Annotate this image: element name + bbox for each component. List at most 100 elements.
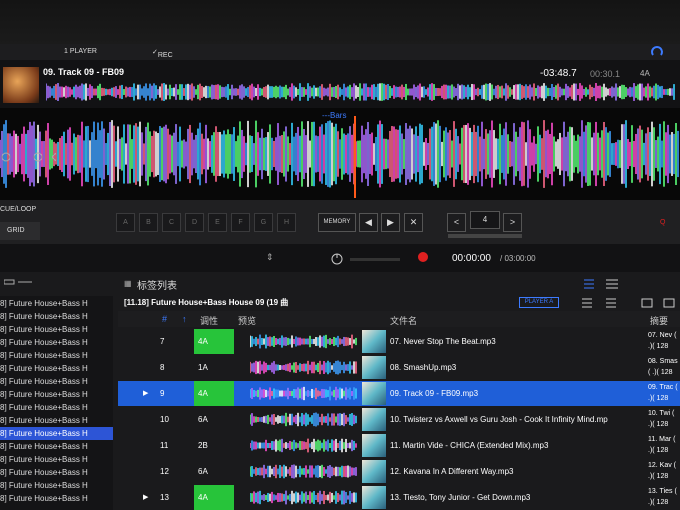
playlist-sidebar: 8] Future House+Bass H 8] Future House+B… [0, 296, 113, 510]
memory-next-button[interactable]: ▶ [381, 213, 400, 232]
beat-value[interactable]: 4 [470, 211, 500, 229]
rec-time: 00:00:00 [452, 253, 491, 264]
track-summary: 07. Nev ( .)( 128 [648, 332, 677, 350]
beat-slider[interactable] [448, 234, 522, 238]
overview-waveform[interactable] [46, 81, 676, 103]
grid-tab[interactable]: GRID [0, 222, 40, 240]
memory-delete-button[interactable]: ✕ [404, 213, 423, 232]
hot-cue-e[interactable]: E [208, 213, 227, 232]
hot-cue-a[interactable]: A [116, 213, 135, 232]
sidebar-item[interactable]: 8] Future House+Bass H [0, 310, 113, 323]
track-filename: 09. Track 09 - FB09.mp3 [390, 389, 479, 398]
track-key: 4A [640, 69, 650, 78]
play-icon[interactable]: ▶ [143, 493, 148, 501]
track-number: 12 [160, 467, 169, 476]
track-summary: 12. Kav ( .)( 128 [648, 462, 677, 480]
sidebar-item[interactable]: 8] Future House+Bass H [0, 297, 113, 310]
hot-cue-h[interactable]: H [277, 213, 296, 232]
player-select[interactable]: PLAYER A [519, 297, 559, 308]
main-waveform[interactable] [0, 108, 680, 200]
sort-arrow-icon[interactable]: ↑ [182, 314, 187, 324]
table-row[interactable]: 8 1A 08. SmashUp.mp3 08. Smas ( .)( 128 [118, 355, 680, 380]
table-row[interactable]: ▶ 13 4A 13. Tiesto, Tony Junior - Get Down.… [118, 485, 680, 510]
table-row[interactable]: 7 4A 07. Never Stop The Beat.mp3 07. Nev ( … [118, 329, 680, 354]
playhead [354, 116, 356, 198]
record-button[interactable] [418, 252, 428, 262]
beat-right-button[interactable]: > [503, 213, 522, 232]
settings-icon[interactable] [650, 45, 664, 59]
sidebar-item[interactable]: 8] Future House+Bass H [0, 453, 113, 466]
track-thumbnail [362, 356, 386, 379]
waveform-svg [0, 120, 679, 188]
list-view-icons[interactable] [582, 298, 678, 308]
track-filename: 13. Tiesto, Tony Junior - Get Down.mp3 [390, 493, 531, 502]
track-filename: 10. Twisterz vs Axwell vs Guru Josh - Co… [390, 415, 608, 424]
track-summary: 10. Twi ( .)( 128 [648, 410, 675, 428]
sidebar-item[interactable]: 8] Future House+Bass H [0, 466, 113, 479]
view-toggle-icon[interactable] [584, 279, 624, 289]
sidebar-item[interactable]: 8] Future House+Bass H [0, 401, 113, 414]
expand-icon[interactable]: ▦ [124, 279, 132, 288]
track-preview-waveform [250, 438, 357, 453]
volume-knob-icon[interactable] [330, 252, 344, 266]
memory-prev-button[interactable]: ◀ [359, 213, 378, 232]
sidebar-item[interactable]: 8] Future House+Bass H [0, 440, 113, 453]
sidebar-item[interactable]: 8] Future House+Bass H [0, 375, 113, 388]
sidebar-item[interactable]: 8] Future House+Bass H [0, 362, 113, 375]
sidebar-item[interactable]: 8] Future House+Bass H [0, 479, 113, 492]
column-key[interactable]: 调性 [200, 314, 218, 327]
track-number: 9 [160, 389, 165, 398]
play-icon[interactable]: ▶ [143, 389, 148, 397]
hot-cue-c[interactable]: C [162, 213, 181, 232]
track-preview-waveform [250, 360, 357, 375]
sidebar-item[interactable]: 8] Future House+Bass H [0, 336, 113, 349]
track-list-header: # ↑ 调性 预览 文件名 摘要 [118, 311, 680, 327]
track-summary: 08. Smas ( .)( 128 [648, 358, 678, 376]
cue-loop-tab[interactable]: CUE/LOOP [0, 206, 36, 213]
track-key-cell: 2B [198, 441, 208, 450]
track-number: 7 [160, 337, 165, 346]
sidebar-item[interactable]: 8] Future House+Bass H [0, 323, 113, 336]
beat-left-button[interactable]: < [447, 213, 466, 232]
hot-cue-f[interactable]: F [231, 213, 250, 232]
rec-mode-button[interactable]: ✓ REC [152, 48, 173, 59]
player-mode-button[interactable]: 1 PLAYER [64, 48, 97, 55]
zoom-controls[interactable] [0, 150, 64, 164]
sidebar-item[interactable]: 8] Future House+Bass H [0, 414, 113, 427]
table-row-selected[interactable]: ▶ 9 4A 09. Track 09 - FB09.mp3 09. Trac ( .)… [118, 381, 680, 406]
track-summary: 11. Mar ( .)( 128 [648, 436, 676, 454]
tag-list-title: 标签列表 [137, 281, 177, 292]
volume-slider[interactable] [350, 258, 400, 261]
track-thumbnail [362, 434, 386, 457]
collapse-icon[interactable]: ⇕ [266, 252, 274, 263]
track-filename: 07. Never Stop The Beat.mp3 [390, 337, 496, 346]
memory-button[interactable]: MEMORY [318, 213, 356, 232]
remaining-time: -03:48.7 [540, 68, 577, 79]
sidebar-item[interactable]: 8] Future House+Bass H [0, 388, 113, 401]
track-key-cell: 4A [194, 329, 234, 354]
track-preview-waveform [250, 386, 357, 401]
sidebar-toggle-icon[interactable] [4, 278, 34, 286]
column-preview[interactable]: 预览 [238, 314, 256, 327]
sidebar-item-selected[interactable]: 8] Future House+Bass H [0, 427, 113, 440]
table-row[interactable]: 11 2B 11. Martin Vide - CHICA (Extended Mi… [118, 433, 680, 458]
table-row[interactable]: 12 6A 12. Kavana In A Different Way.mp3 12.… [118, 459, 680, 484]
column-filename[interactable]: 文件名 [390, 314, 417, 327]
table-row[interactable]: 10 6A 10. Twisterz vs Axwell vs Guru Josh … [118, 407, 680, 432]
track-title: 09. Track 09 - FB09 [43, 67, 125, 77]
hot-cue-b[interactable]: B [139, 213, 158, 232]
column-num[interactable]: # [162, 314, 167, 324]
playlist-title: [11.18] Future House+Bass House 09 (19 曲 [124, 298, 289, 307]
track-thumbnail [362, 330, 386, 353]
column-summary[interactable]: 摘要 [650, 314, 668, 327]
top-bar [0, 0, 680, 44]
hot-cue-g[interactable]: G [254, 213, 273, 232]
track-key-cell: 4A [194, 381, 234, 406]
track-key-cell: 6A [198, 415, 208, 424]
sidebar-item[interactable]: 8] Future House+Bass H [0, 492, 113, 505]
sidebar-item[interactable]: 8] Future House+Bass H [0, 349, 113, 362]
rec-label: REC [157, 52, 173, 59]
track-preview-waveform [250, 412, 357, 427]
hot-cue-d[interactable]: D [185, 213, 204, 232]
track-number: 8 [160, 363, 165, 372]
